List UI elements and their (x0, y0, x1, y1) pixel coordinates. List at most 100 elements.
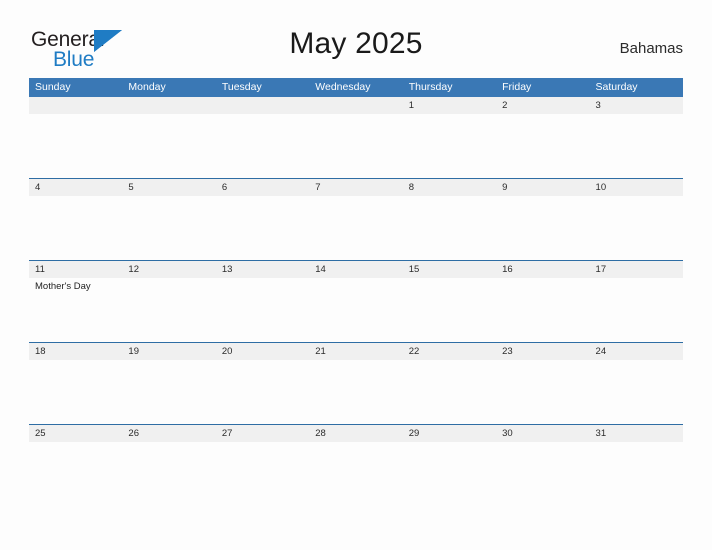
day-number-empty (29, 97, 122, 114)
day-cell[interactable] (216, 360, 309, 424)
weekday-header-saturday: Saturday (595, 81, 638, 93)
day-cell[interactable] (590, 114, 683, 178)
day-cell[interactable] (590, 196, 683, 260)
day-number[interactable]: 19 (122, 343, 215, 360)
day-number[interactable]: 26 (122, 425, 215, 442)
day-number-empty (309, 97, 402, 114)
day-number[interactable]: 3 (590, 97, 683, 114)
page-header: General Blue May 2025 Bahamas (0, 0, 712, 76)
weekday-header-monday: Monday (128, 81, 166, 93)
day-cell[interactable] (122, 360, 215, 424)
day-number[interactable]: 27 (216, 425, 309, 442)
day-cell[interactable] (29, 114, 122, 178)
calendar-week-row: 11 12 13 14 15 16 17 Mother's Day (29, 260, 683, 342)
day-number[interactable]: 24 (590, 343, 683, 360)
day-cell[interactable] (590, 360, 683, 424)
weekday-header-sunday: Sunday (35, 81, 71, 93)
week-event-band (29, 442, 683, 506)
day-cell[interactable] (309, 114, 402, 178)
day-number[interactable]: 23 (496, 343, 589, 360)
day-number[interactable]: 22 (403, 343, 496, 360)
day-number[interactable]: 15 (403, 261, 496, 278)
day-cell[interactable] (122, 114, 215, 178)
weekday-header-thursday: Thursday (408, 81, 453, 93)
calendar-weeks: 1 2 3 4 5 6 7 8 9 10 11 12 13 14 15 16 17 Mother's Day 18 1… (29, 97, 683, 506)
day-cell[interactable] (403, 114, 496, 178)
day-number[interactable]: 5 (122, 179, 215, 196)
day-number-empty (216, 97, 309, 114)
day-number[interactable]: 12 (122, 261, 215, 278)
day-cell[interactable] (496, 360, 589, 424)
day-cell[interactable] (122, 278, 215, 342)
week-date-band: 123 (29, 97, 683, 114)
day-number[interactable]: 1 (403, 97, 496, 114)
weekday-header-friday: Friday (502, 81, 532, 93)
day-number[interactable]: 11 (29, 261, 122, 278)
day-number[interactable]: 30 (496, 425, 589, 442)
week-event-band (29, 114, 683, 178)
week-date-band: 11 12 13 14 15 16 17 (29, 261, 683, 278)
day-number[interactable]: 14 (309, 261, 402, 278)
day-number[interactable]: 4 (29, 179, 122, 196)
day-cell[interactable] (216, 278, 309, 342)
day-cell[interactable] (496, 114, 589, 178)
day-cell[interactable] (496, 278, 589, 342)
weekday-header-row: Sunday Monday Tuesday Wednesday Thursday Frid… (29, 78, 683, 97)
day-cell[interactable] (216, 196, 309, 260)
day-cell[interactable] (122, 196, 215, 260)
calendar-page: General Blue May 2025 Bahamas Sunday Mond… (0, 0, 712, 550)
day-cell[interactable] (590, 278, 683, 342)
day-number[interactable]: 18 (29, 343, 122, 360)
day-cell[interactable] (403, 196, 496, 260)
day-cell[interactable] (309, 278, 402, 342)
week-date-band: 25 26 27 28 29 30 31 (29, 425, 683, 442)
day-number[interactable]: 13 (216, 261, 309, 278)
calendar-week-row: 4 5 6 7 8 9 10 (29, 178, 683, 260)
weekday-header-wednesday: Wednesday (315, 81, 371, 93)
day-cell[interactable] (216, 442, 309, 506)
day-number[interactable]: 29 (403, 425, 496, 442)
week-event-band (29, 360, 683, 424)
day-cell[interactable] (496, 196, 589, 260)
day-number[interactable]: 6 (216, 179, 309, 196)
day-cell[interactable]: Mother's Day (29, 278, 122, 342)
calendar-week-row: 123 (29, 97, 683, 178)
day-number[interactable]: 21 (309, 343, 402, 360)
day-cell[interactable] (403, 442, 496, 506)
holiday-label: Mother's Day (35, 281, 91, 292)
day-cell[interactable] (29, 442, 122, 506)
day-cell[interactable] (309, 360, 402, 424)
day-cell[interactable] (29, 360, 122, 424)
week-date-band: 18 19 20 21 22 23 24 (29, 343, 683, 360)
day-cell[interactable] (403, 360, 496, 424)
page-title: May 2025 (289, 27, 423, 60)
day-cell[interactable] (309, 442, 402, 506)
day-number[interactable]: 17 (590, 261, 683, 278)
day-cell[interactable] (29, 196, 122, 260)
day-number[interactable]: 20 (216, 343, 309, 360)
week-date-band: 4 5 6 7 8 9 10 (29, 179, 683, 196)
country-label: Bahamas (619, 40, 683, 57)
calendar-week-row: 25 26 27 28 29 30 31 (29, 424, 683, 506)
day-cell[interactable] (216, 114, 309, 178)
day-number[interactable]: 10 (590, 179, 683, 196)
week-event-band (29, 196, 683, 260)
day-cell[interactable] (122, 442, 215, 506)
day-number-empty (122, 97, 215, 114)
week-event-band: Mother's Day (29, 278, 683, 342)
day-number[interactable]: 2 (496, 97, 589, 114)
day-number[interactable]: 25 (29, 425, 122, 442)
day-number[interactable]: 7 (309, 179, 402, 196)
day-cell[interactable] (403, 278, 496, 342)
day-number[interactable]: 28 (309, 425, 402, 442)
day-number[interactable]: 16 (496, 261, 589, 278)
day-number[interactable]: 9 (496, 179, 589, 196)
day-cell[interactable] (309, 196, 402, 260)
day-number[interactable]: 8 (403, 179, 496, 196)
day-number[interactable]: 31 (590, 425, 683, 442)
calendar-grid: Sunday Monday Tuesday Wednesday Thursday Frid… (29, 78, 683, 506)
weekday-header-tuesday: Tuesday (221, 81, 262, 93)
calendar-week-row: 18 19 20 21 22 23 24 (29, 342, 683, 424)
day-cell[interactable] (496, 442, 589, 506)
day-cell[interactable] (590, 442, 683, 506)
